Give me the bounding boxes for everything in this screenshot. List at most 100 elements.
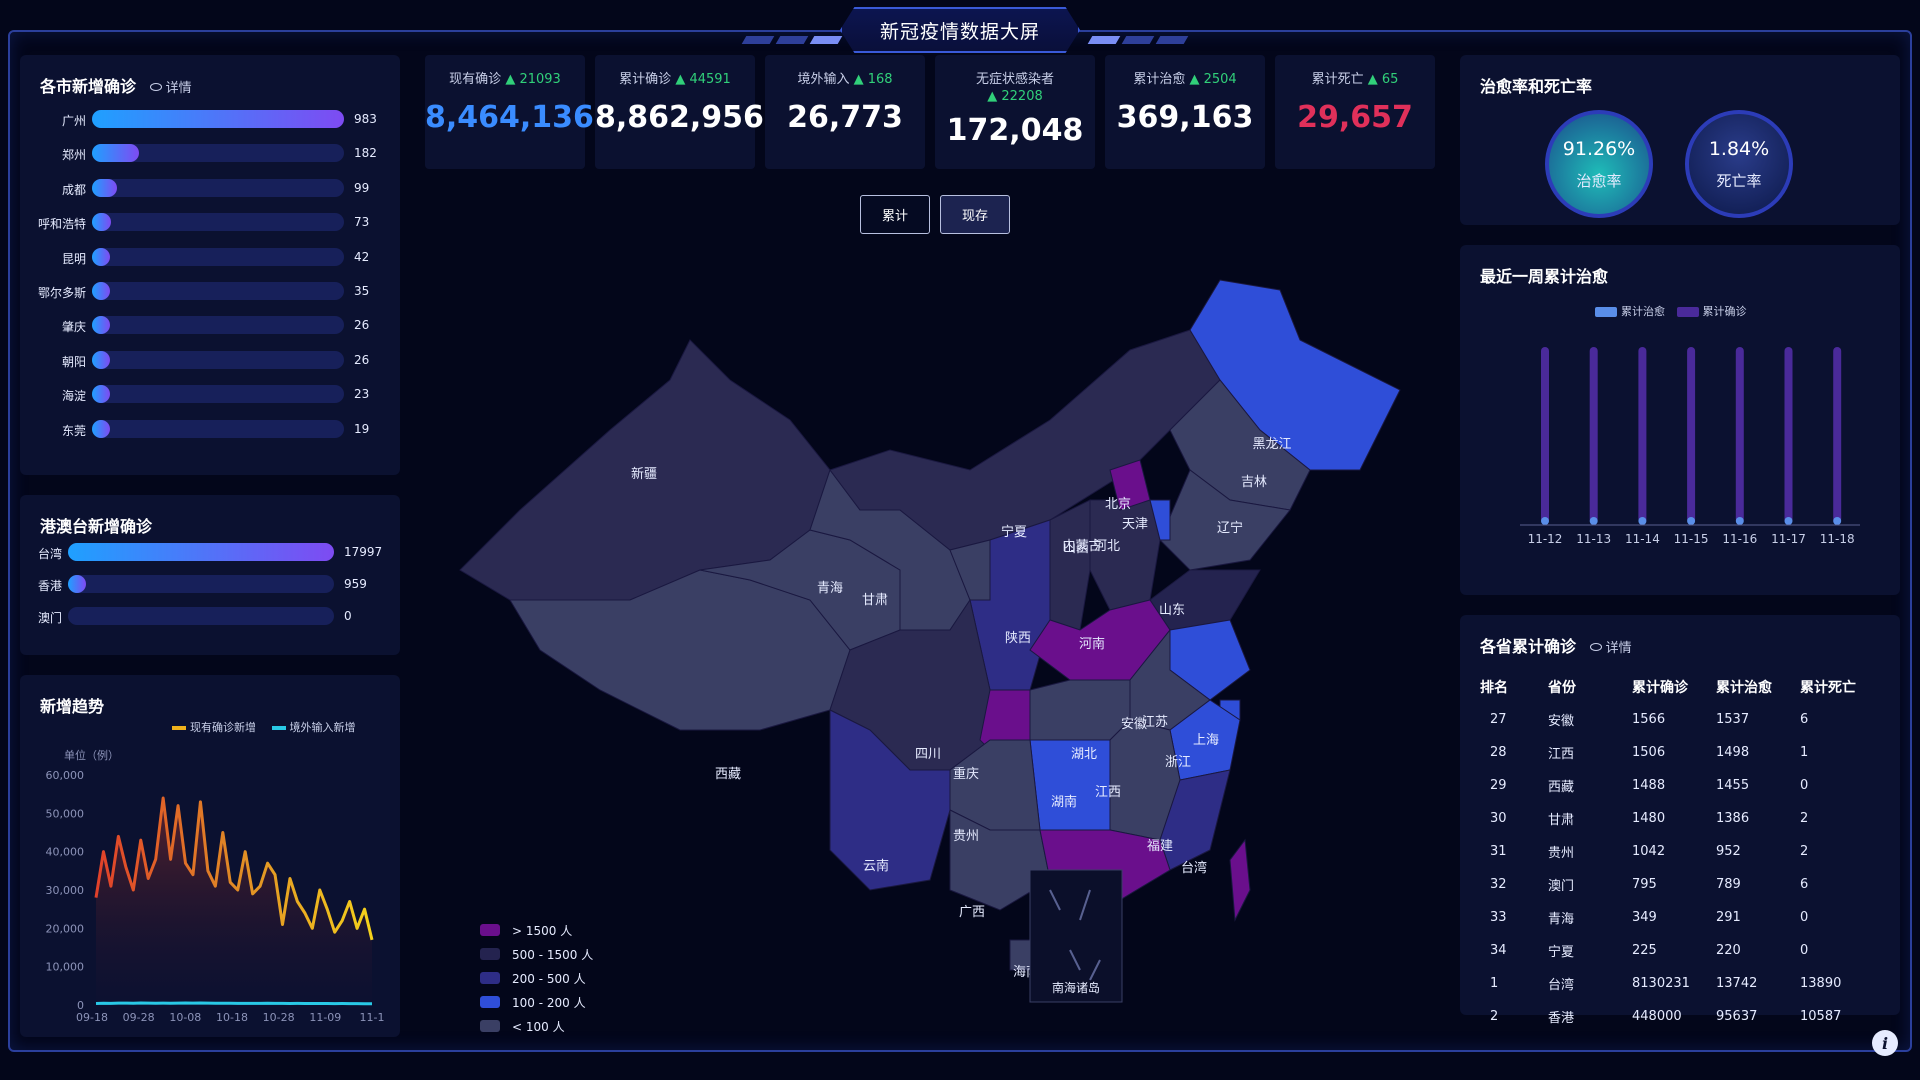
week-cured-point bbox=[1638, 517, 1647, 525]
province-label: 贵州 bbox=[953, 829, 979, 844]
table-cell: 安徽 bbox=[1548, 714, 1575, 729]
death-rate-label: 死亡率 bbox=[1716, 171, 1762, 190]
bar-value: 26 bbox=[354, 318, 370, 333]
stat-card: 境外输入 ▲ 168 26,773 bbox=[765, 55, 925, 169]
bar-row: 昆明 42 bbox=[20, 247, 400, 268]
bar-value: 983 bbox=[354, 112, 377, 126]
province-label: 湖北 bbox=[1071, 747, 1097, 762]
province-label: 西藏 bbox=[715, 767, 741, 782]
table-cell: 1 bbox=[1490, 976, 1499, 991]
bar-track bbox=[68, 575, 334, 593]
week-date-label: 11-12 bbox=[1528, 532, 1563, 546]
province-label: 重庆 bbox=[953, 766, 979, 782]
x-tick-label: 10-28 bbox=[263, 1011, 295, 1024]
y-tick-label: 60,000 bbox=[46, 769, 85, 782]
province-shanxi bbox=[1049, 499, 1091, 631]
bar-fill bbox=[92, 213, 111, 232]
province-table: 排名 省份 累计确诊 累计治愈 累计死亡 27 安徽 1566 1537 6 28 江西 1506 14… bbox=[1480, 671, 1864, 1033]
week-date-label: 11-14 bbox=[1625, 532, 1660, 546]
table-cell: 香港 bbox=[1548, 1011, 1575, 1026]
province-label: 青海 bbox=[817, 581, 843, 596]
title-decoration bbox=[1121, 36, 1155, 44]
info-icon[interactable]: i bbox=[1872, 1030, 1898, 1056]
city-new-detail-link[interactable]: 详情 bbox=[149, 81, 192, 96]
table-cell: 甘肃 bbox=[1548, 813, 1575, 828]
current-toggle-button[interactable]: 现存 bbox=[940, 195, 1010, 234]
stat-value: 369,163 bbox=[1116, 100, 1254, 135]
week-bar bbox=[1833, 347, 1842, 523]
province-label: 吉林 bbox=[1241, 475, 1267, 490]
bar-value: 0 bbox=[344, 609, 352, 623]
cumulative-toggle-button[interactable]: 累计 bbox=[860, 195, 930, 234]
table-cell: 789 bbox=[1716, 877, 1741, 892]
table-cell: 2 bbox=[1800, 844, 1809, 859]
week-bar bbox=[1638, 347, 1647, 523]
province-table-detail-link[interactable]: 详情 bbox=[1589, 641, 1632, 656]
week-cured-point bbox=[1541, 517, 1549, 525]
bar-fill bbox=[68, 543, 334, 561]
bar-label: 东莞 bbox=[61, 423, 86, 438]
stat-delta: ▲ 65 bbox=[1367, 72, 1399, 87]
table-row: 2 香港 448000 95637 10587 bbox=[1480, 1000, 1864, 1033]
stat-delta: ▲ 2504 bbox=[1189, 72, 1237, 87]
bar-row: 海淀 23 bbox=[20, 385, 400, 405]
table-row: 27 安徽 1566 1537 6 bbox=[1480, 703, 1864, 736]
table-cell: 33 bbox=[1490, 910, 1507, 925]
table-row: 29 西藏 1488 1455 0 bbox=[1480, 769, 1864, 802]
stat-value: 26,773 bbox=[787, 100, 903, 135]
stat-card: 无症状感染者 ▲ 22208 172,048 bbox=[935, 55, 1095, 169]
province-label: 辽宁 bbox=[1217, 520, 1243, 536]
province-label: 山西 bbox=[1063, 541, 1089, 556]
y-tick-label: 10,000 bbox=[46, 961, 85, 974]
bar-fill bbox=[92, 419, 110, 438]
stat-value: 8,862,956 bbox=[595, 100, 764, 135]
bar-label: 澳门 bbox=[37, 611, 62, 625]
bar-fill bbox=[92, 350, 110, 369]
app-title-plate: 新冠疫情数据大屏 bbox=[840, 7, 1080, 53]
province-label: 福建 bbox=[1147, 839, 1173, 854]
cure-rate-label: 治愈率 bbox=[1576, 171, 1622, 190]
table-cell: 29 bbox=[1490, 778, 1507, 793]
table-header: 累计治愈 bbox=[1716, 680, 1772, 696]
table-row: 34 宁夏 225 220 0 bbox=[1480, 934, 1864, 967]
x-tick-label: 10-18 bbox=[216, 1011, 248, 1024]
stat-label: 境外输入 ▲ 168 bbox=[797, 72, 893, 87]
table-cell: 青海 bbox=[1548, 912, 1575, 927]
week-bar bbox=[1735, 347, 1744, 523]
bar-label: 广州 bbox=[61, 114, 86, 128]
stat-delta: ▲ 22208 bbox=[987, 89, 1043, 104]
table-cell: 27 bbox=[1490, 712, 1507, 727]
table-cell: 952 bbox=[1716, 844, 1741, 859]
bar-fill bbox=[92, 385, 110, 404]
bar-label: 郑州 bbox=[61, 148, 86, 163]
bar-value: 182 bbox=[354, 146, 377, 161]
week-cured-point bbox=[1784, 517, 1793, 525]
bar-track bbox=[92, 350, 344, 369]
table-cell: 2 bbox=[1490, 1009, 1499, 1024]
bar-fill bbox=[92, 316, 110, 335]
province-label: 湖南 bbox=[1051, 794, 1077, 810]
bar-row: 香港 959 bbox=[20, 575, 400, 595]
map-legend-item: 200 - 500 人 bbox=[480, 966, 593, 990]
eye-icon bbox=[149, 83, 162, 91]
y-tick-label: 50,000 bbox=[46, 807, 85, 820]
stat-card: 累计确诊 ▲ 44591 8,862,956 bbox=[595, 55, 764, 169]
map-legend-item: > 1500 人 bbox=[480, 918, 593, 942]
stat-label: 无症状感染者 ▲ 22208 bbox=[975, 72, 1054, 104]
city-new-title: 各市新增确诊 bbox=[40, 77, 137, 96]
bar-fill bbox=[68, 575, 86, 593]
table-cell: 1488 bbox=[1632, 778, 1666, 793]
stat-label: 累计死亡 ▲ 65 bbox=[1311, 72, 1399, 87]
table-header: 排名 bbox=[1480, 680, 1508, 696]
table-cell: 13890 bbox=[1800, 976, 1842, 991]
bar-track bbox=[92, 144, 344, 163]
bar-row: 台湾 17997 bbox=[20, 543, 400, 563]
table-row: 28 江西 1506 1498 1 bbox=[1480, 736, 1864, 769]
y-tick-label: 30,000 bbox=[46, 884, 85, 897]
bar-row: 肇庆 26 bbox=[20, 316, 400, 336]
table-cell: 1455 bbox=[1716, 778, 1750, 793]
table-cell: 95637 bbox=[1716, 1009, 1758, 1024]
title-decoration bbox=[1155, 36, 1189, 44]
province-label: 陕西 bbox=[1005, 631, 1031, 646]
stat-value: 172,048 bbox=[946, 113, 1084, 148]
